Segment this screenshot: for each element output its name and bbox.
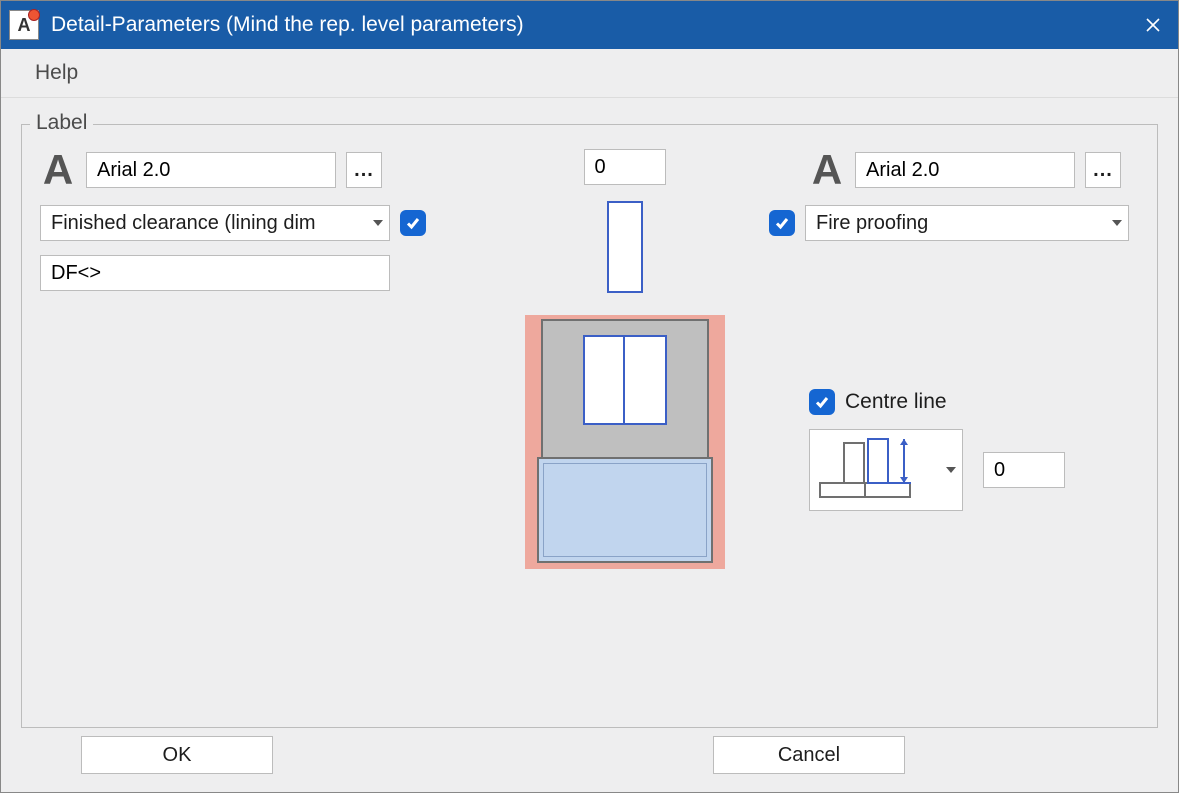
left-parameter-select[interactable]: Finished clearance (lining dim <box>40 205 390 241</box>
window-title: Detail-Parameters (Mind the rep. level p… <box>51 13 1128 37</box>
centre-line-label: Centre line <box>845 390 947 414</box>
label-group: Label A ... Finished clearance (lining d… <box>21 124 1158 728</box>
titlebar: A Detail-Parameters (Mind the rep. level… <box>1 1 1178 49</box>
content-area: Label A ... Finished clearance (lining d… <box>1 98 1178 792</box>
ellipsis-icon: ... <box>354 159 374 182</box>
right-select-value: Fire proofing <box>816 212 928 235</box>
middle-value-input[interactable] <box>584 149 666 185</box>
font-icon-right: A <box>809 149 845 191</box>
centre-line-checkbox[interactable] <box>809 389 835 415</box>
left-enable-checkbox[interactable] <box>400 210 426 236</box>
right-font-row: A ... <box>809 149 1139 191</box>
left-df-input[interactable] <box>40 255 390 291</box>
door-diagram <box>525 315 725 569</box>
ellipsis-icon: ... <box>1093 159 1113 182</box>
cancel-button-label: Cancel <box>778 744 840 767</box>
chevron-down-icon <box>373 220 383 226</box>
menu-help[interactable]: Help <box>25 55 88 91</box>
centre-line-row: Centre line <box>809 389 1139 415</box>
right-column: A ... Fire proofing <box>809 149 1139 569</box>
right-select-row: Fire proofing <box>769 205 1139 241</box>
columns: A ... Finished clearance (lining dim <box>40 149 1139 569</box>
left-font-row: A ... <box>40 149 440 191</box>
spacer <box>809 255 1139 375</box>
centre-line-value-input[interactable] <box>983 452 1065 488</box>
chevron-down-icon <box>946 467 956 473</box>
dialog-window: A Detail-Parameters (Mind the rep. level… <box>0 0 1179 793</box>
right-font-browse-button[interactable]: ... <box>1085 152 1121 188</box>
diagram-top-handle <box>607 201 643 293</box>
centre-line-preview-row <box>809 429 1139 511</box>
footer: OK Cancel <box>21 728 1158 774</box>
left-font-browse-button[interactable]: ... <box>346 152 382 188</box>
check-icon <box>405 215 421 231</box>
left-select-row: Finished clearance (lining dim <box>40 205 440 241</box>
app-icon-letter: A <box>18 15 31 36</box>
right-parameter-select[interactable]: Fire proofing <box>805 205 1129 241</box>
diagram-cabinet <box>541 319 709 459</box>
right-enable-checkbox[interactable] <box>769 210 795 236</box>
check-icon <box>814 394 830 410</box>
ok-button-label: OK <box>163 744 192 767</box>
chevron-down-icon <box>1112 220 1122 226</box>
left-column: A ... Finished clearance (lining dim <box>40 149 440 569</box>
app-icon: A <box>9 10 39 40</box>
left-select-value: Finished clearance (lining dim <box>51 212 316 235</box>
font-icon-left: A <box>40 149 76 191</box>
diagram-sill <box>537 457 713 563</box>
middle-column <box>458 149 791 569</box>
group-legend: Label <box>30 111 93 135</box>
left-font-input[interactable] <box>86 152 336 188</box>
diagram-right-leaf <box>623 335 667 425</box>
check-icon <box>774 215 790 231</box>
menubar: Help <box>1 49 1178 98</box>
left-df-row <box>40 255 440 291</box>
close-button[interactable] <box>1128 1 1178 49</box>
right-font-input[interactable] <box>855 152 1075 188</box>
ok-button[interactable]: OK <box>81 736 273 774</box>
close-icon <box>1145 17 1161 33</box>
cancel-button[interactable]: Cancel <box>713 736 905 774</box>
door-preview-icon <box>816 435 916 505</box>
centre-line-style-select[interactable] <box>809 429 963 511</box>
diagram-left-leaf <box>583 335 627 425</box>
